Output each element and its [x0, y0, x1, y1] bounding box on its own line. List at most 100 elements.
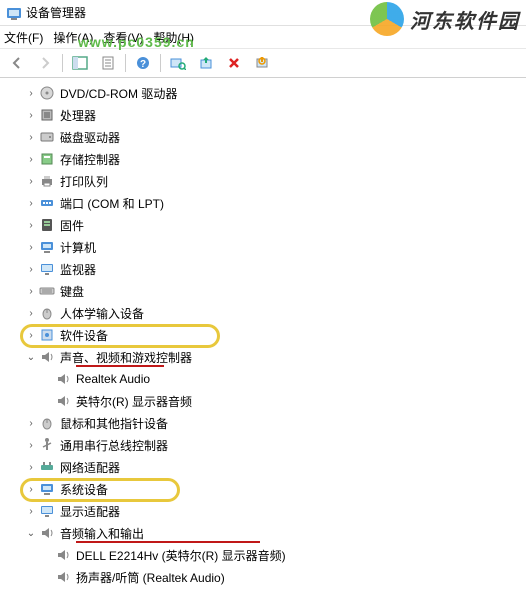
- show-hide-button[interactable]: [69, 52, 91, 74]
- help-button[interactable]: ?: [132, 52, 154, 74]
- nav-back-button[interactable]: [6, 52, 28, 74]
- tree-node-label: DVD/CD-ROM 驱动器: [60, 85, 177, 102]
- expand-chevron-icon[interactable]: ›: [24, 88, 38, 99]
- watermark-brand-text: 河东软件园: [410, 5, 520, 34]
- audio-icon: [54, 568, 72, 586]
- tree-node[interactable]: › 网络适配器: [0, 456, 526, 478]
- menu-file[interactable]: 文件(F): [4, 29, 43, 46]
- expand-chevron-icon[interactable]: ›: [24, 418, 38, 429]
- nav-forward-button[interactable]: [34, 52, 56, 74]
- tree-node-label: 通用串行总线控制器: [60, 437, 168, 454]
- expand-chevron-icon[interactable]: ›: [24, 154, 38, 165]
- tree-node[interactable]: › 鼠标和其他指针设备: [0, 412, 526, 434]
- tree-node[interactable]: › 端口 (COM 和 LPT): [0, 192, 526, 214]
- tree-child-node[interactable]: 扬声器/听筒 (Realtek Audio): [0, 566, 526, 588]
- software-icon: [38, 326, 56, 344]
- tree-node-label: DELL E2214Hv (英特尔(R) 显示器音频): [76, 547, 286, 564]
- expand-chevron-icon[interactable]: ›: [24, 242, 38, 253]
- scan-hardware-button[interactable]: [167, 52, 189, 74]
- expand-chevron-icon[interactable]: ›: [24, 484, 38, 495]
- toolbar-separator: [62, 54, 63, 72]
- tree-node-label: 键盘: [60, 283, 84, 300]
- tree-node[interactable]: › 固件: [0, 214, 526, 236]
- mouse-icon: [38, 414, 56, 432]
- tree-node[interactable]: ›监视器: [0, 258, 526, 280]
- tree-node-label: 声音、视频和游戏控制器: [60, 349, 192, 366]
- expand-chevron-icon[interactable]: ›: [24, 198, 38, 209]
- expand-chevron-icon[interactable]: ›: [24, 110, 38, 121]
- tree-node-label: 磁盘驱动器: [60, 129, 120, 146]
- expand-chevron-icon[interactable]: ⌄: [24, 352, 38, 363]
- tree-node[interactable]: › 键盘: [0, 280, 526, 302]
- tree-node[interactable]: › 计算机: [0, 236, 526, 258]
- expand-chevron-icon[interactable]: ›: [24, 506, 38, 517]
- tree-node-label: 系统设备: [60, 481, 108, 498]
- audio-icon: [54, 370, 72, 388]
- cpu-icon: [38, 106, 56, 124]
- expand-chevron-icon[interactable]: ›: [24, 220, 38, 231]
- expand-chevron-icon[interactable]: ⌄: [24, 528, 38, 539]
- disable-button[interactable]: [251, 52, 273, 74]
- audio-icon: [38, 348, 56, 366]
- usb-icon: [38, 436, 56, 454]
- properties-button[interactable]: [97, 52, 119, 74]
- expand-chevron-icon[interactable]: ›: [24, 286, 38, 297]
- watermark-logo-icon: [370, 2, 404, 36]
- disk-icon: [38, 128, 56, 146]
- toolbar-separator: [125, 54, 126, 72]
- svg-text:?: ?: [140, 59, 146, 70]
- audio-icon: [54, 546, 72, 564]
- update-driver-button[interactable]: [195, 52, 217, 74]
- tree-node-label: 端口 (COM 和 LPT): [60, 195, 164, 212]
- tree-child-node[interactable]: Realtek Audio: [0, 368, 526, 390]
- tree-node[interactable]: › 通用串行总线控制器: [0, 434, 526, 456]
- expand-chevron-icon[interactable]: ›: [24, 440, 38, 451]
- expand-chevron-icon[interactable]: ›: [24, 132, 38, 143]
- expand-chevron-icon[interactable]: ›: [24, 330, 38, 341]
- printer-icon: [38, 172, 56, 190]
- tree-node[interactable]: ⌄ 音频输入和输出: [0, 522, 526, 544]
- system-icon: [38, 480, 56, 498]
- keyboard-icon: [38, 282, 56, 300]
- expand-chevron-icon[interactable]: ›: [24, 264, 38, 275]
- expand-chevron-icon[interactable]: ›: [24, 176, 38, 187]
- disc-icon: [38, 84, 56, 102]
- tree-node-label: 网络适配器: [60, 459, 120, 476]
- tree-node[interactable]: › 系统设备: [0, 478, 526, 500]
- tree-node[interactable]: › 存储控制器: [0, 148, 526, 170]
- tree-node[interactable]: › 磁盘驱动器: [0, 126, 526, 148]
- watermark-url: www.pc0359.cn: [78, 34, 195, 50]
- tree-node[interactable]: ›处理器: [0, 104, 526, 126]
- uninstall-button[interactable]: [223, 52, 245, 74]
- tree-node[interactable]: › 显示适配器: [0, 500, 526, 522]
- tree-node-label: 固件: [60, 217, 84, 234]
- network-icon: [38, 458, 56, 476]
- monitor-icon: [38, 260, 56, 278]
- watermark-brand: 河东软件园: [370, 2, 520, 36]
- tree-node[interactable]: › 软件设备: [0, 324, 526, 346]
- tree-node-label: 音频输入和输出: [60, 525, 144, 542]
- tree-node-label: 软件设备: [60, 327, 108, 344]
- computer-icon: [38, 238, 56, 256]
- tree-node-label: 人体学输入设备: [60, 305, 144, 322]
- tree-node-label: 显示适配器: [60, 503, 120, 520]
- tree-node[interactable]: › 人体学输入设备: [0, 302, 526, 324]
- tree-child-node[interactable]: 英特尔(R) 显示器音频: [0, 390, 526, 412]
- expand-chevron-icon[interactable]: ›: [24, 308, 38, 319]
- hid-icon: [38, 304, 56, 322]
- tree-node-label: Realtek Audio: [76, 372, 150, 386]
- expand-chevron-icon[interactable]: ›: [24, 462, 38, 473]
- firmware-icon: [38, 216, 56, 234]
- tree-node-label: 鼠标和其他指针设备: [60, 415, 168, 432]
- toolbar-separator: [160, 54, 161, 72]
- display-icon: [38, 502, 56, 520]
- port-icon: [38, 194, 56, 212]
- tree-node-label: 计算机: [60, 239, 96, 256]
- tree-node-label: 英特尔(R) 显示器音频: [76, 393, 192, 410]
- tree-node-label: 存储控制器: [60, 151, 120, 168]
- tree-node[interactable]: ›打印队列: [0, 170, 526, 192]
- tree-child-node[interactable]: DELL E2214Hv (英特尔(R) 显示器音频): [0, 544, 526, 566]
- tree-node[interactable]: › DVD/CD-ROM 驱动器: [0, 82, 526, 104]
- device-tree[interactable]: ›DVD/CD-ROM 驱动器›处理器›磁盘驱动器›存储控制器›打印队列›端口 …: [0, 78, 526, 592]
- tree-node[interactable]: ⌄ 声音、视频和游戏控制器: [0, 346, 526, 368]
